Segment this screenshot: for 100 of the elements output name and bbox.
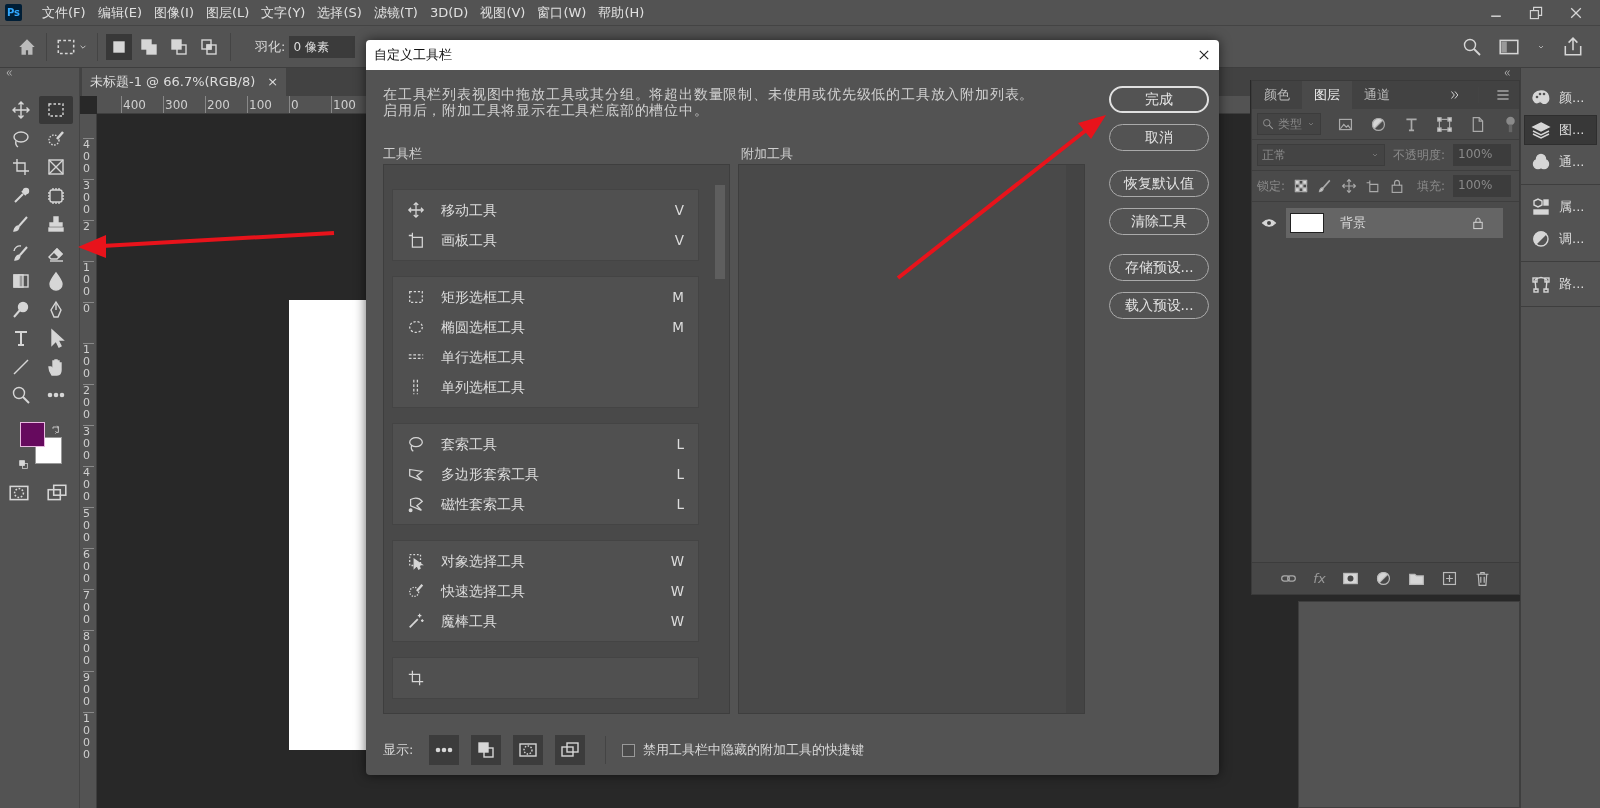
tool-group[interactable]: 对象选择工具 W 快速选择工具 W 魔棒工具 W <box>392 540 699 642</box>
dialog-button[interactable]: 清除工具 <box>1109 208 1209 235</box>
dialog-button[interactable]: 存储预设... <box>1109 254 1209 281</box>
merged-squares-icon <box>139 36 159 57</box>
extra-tools-column-label: 附加工具 <box>741 145 793 160</box>
mask-icon[interactable] <box>1341 570 1359 587</box>
magnet-lasso-icon <box>407 495 425 513</box>
tool-name: 单列选框工具 <box>441 377 526 397</box>
crop-icon <box>407 669 425 687</box>
dock-panel-button[interactable]: 路... <box>1524 269 1597 299</box>
menu-item[interactable]: 3D(D) <box>423 0 475 25</box>
object-select-icon <box>407 552 425 570</box>
close-icon[interactable] <box>1197 48 1211 62</box>
artboard-icon <box>407 231 425 249</box>
ruler-label: 400 <box>83 138 94 179</box>
transform-box-icon[interactable] <box>1436 115 1453 133</box>
menu-item[interactable]: 文字(Y) <box>255 0 312 25</box>
feather-field[interactable]: 0 像素 <box>289 35 356 58</box>
shortcut-key: L <box>676 493 684 515</box>
opacity-field[interactable]: 100% <box>1453 144 1512 166</box>
tool-name: 磁性套索工具 <box>441 494 526 514</box>
shortcut-key: L <box>676 463 684 485</box>
menu-item[interactable]: 图层(L) <box>199 0 256 25</box>
menu-item[interactable]: 图像(I) <box>148 0 200 25</box>
checkbox[interactable] <box>622 743 636 757</box>
tool-button[interactable] <box>39 96 73 124</box>
tool-group[interactable]: 套索工具 L 多边形套索工具 L 磁性套索工具 L <box>392 423 699 525</box>
color-swatches-drawing[interactable] <box>20 421 62 464</box>
double-chevron-icon[interactable] <box>4 68 14 78</box>
ruler-label: 700 <box>83 589 94 630</box>
crop-icon <box>11 157 31 177</box>
fill-field[interactable]: 100% <box>1453 175 1512 197</box>
ruler-label: 100 <box>83 343 94 384</box>
search-icon[interactable] <box>1462 36 1482 57</box>
half-circle-icon[interactable] <box>1370 115 1387 133</box>
dock-panel-button[interactable]: 属... <box>1524 192 1597 222</box>
dialog-button[interactable]: 取消 <box>1109 124 1209 151</box>
dialog-button[interactable]: 恢复默认值 <box>1109 170 1209 197</box>
restore-icon[interactable] <box>1528 4 1544 21</box>
display-toggle-button[interactable] <box>471 735 502 765</box>
tool-name: 多边形套索工具 <box>441 464 540 484</box>
ruler-label: 300 <box>83 179 94 220</box>
dashed-circle-frame-icon <box>518 740 539 760</box>
shortcut-key: M <box>672 286 684 308</box>
tool-group[interactable]: 移动工具 V 画板工具 V <box>392 189 699 261</box>
lasso-icon <box>407 435 425 453</box>
magnifier-icon <box>11 385 31 405</box>
stacked-squares-icon[interactable] <box>18 458 29 470</box>
menu-item[interactable]: 窗口(W) <box>531 0 593 25</box>
ruler-label: 100 <box>83 261 94 302</box>
dock-panel-button[interactable]: 颜... <box>1524 83 1597 113</box>
panel-tab[interactable]: 颜色 <box>1252 81 1302 109</box>
dialog-button[interactable]: 完成 <box>1109 86 1209 113</box>
ruler-label: 200 <box>83 384 94 425</box>
plus-square-icon[interactable] <box>1440 570 1458 587</box>
double-chevron-icon[interactable] <box>1502 68 1512 78</box>
feather-label: 羽化: <box>255 37 286 56</box>
panel-tab[interactable]: 图层 <box>1302 81 1352 109</box>
display-toggle-button[interactable] <box>429 735 460 765</box>
display-toggle-button[interactable] <box>555 735 586 765</box>
dock-panel-button[interactable]: 通... <box>1524 147 1597 177</box>
half-circle-icon[interactable] <box>1374 570 1392 587</box>
tool-name: 单行选框工具 <box>441 347 526 367</box>
shortcut-key: W <box>670 580 684 602</box>
cross-arrows-icon[interactable] <box>1341 178 1358 194</box>
menu-icon[interactable] <box>1495 87 1511 103</box>
fill-label: 填充: <box>1417 178 1446 195</box>
tab-close-button[interactable]: × <box>267 72 279 92</box>
document-tab[interactable]: 未标题-1 @ 66.7%(RGB/8) × <box>82 68 287 96</box>
dialog-button[interactable]: 载入预设... <box>1109 292 1209 319</box>
dock-panel-button[interactable]: 图... <box>1524 115 1597 145</box>
menu-item[interactable]: 视图(V) <box>474 0 532 25</box>
search-icon <box>1262 118 1274 130</box>
app-logo: Ps <box>5 4 22 21</box>
bezier-path-icon <box>1531 274 1551 294</box>
dock-panel-button[interactable]: 调... <box>1524 224 1597 254</box>
stamp-icon <box>46 214 66 234</box>
ruler-label: 100 <box>247 96 289 113</box>
dashed-column-icon <box>412 378 420 396</box>
opacity-label: 不透明度: <box>1393 147 1446 164</box>
menu-item[interactable]: 帮助(H) <box>592 0 651 25</box>
tool-group[interactable]: 矩形选框工具 M 椭圆选框工具 M 单行选框工具 单列选框工具 <box>392 276 699 408</box>
share-icon[interactable] <box>1562 35 1584 58</box>
checker-icon[interactable] <box>1293 178 1310 194</box>
tool-name: 魔棒工具 <box>441 611 498 631</box>
ruler-label: 400 <box>83 466 94 507</box>
menu-item[interactable]: 编辑(E) <box>91 0 148 25</box>
dialog-title: 自定义工具栏 <box>374 46 452 65</box>
panel-tab[interactable]: 通道 <box>1352 81 1402 109</box>
selection-mode-button[interactable] <box>106 33 132 60</box>
swap-arrows-icon[interactable] <box>50 424 62 436</box>
menu-item[interactable]: 文件(F) <box>36 0 92 25</box>
layer-row[interactable]: 背景 <box>1286 208 1503 238</box>
display-toggle-button[interactable] <box>513 735 544 765</box>
lock-label: 锁定: <box>1257 178 1286 195</box>
menu-item[interactable]: 滤镜(T) <box>367 0 424 25</box>
dashed-ellipse-icon <box>407 318 425 336</box>
fx-button[interactable]: fx <box>1313 568 1326 589</box>
menu-item[interactable]: 选择(S) <box>311 0 368 25</box>
brush-selection-icon <box>407 582 425 600</box>
